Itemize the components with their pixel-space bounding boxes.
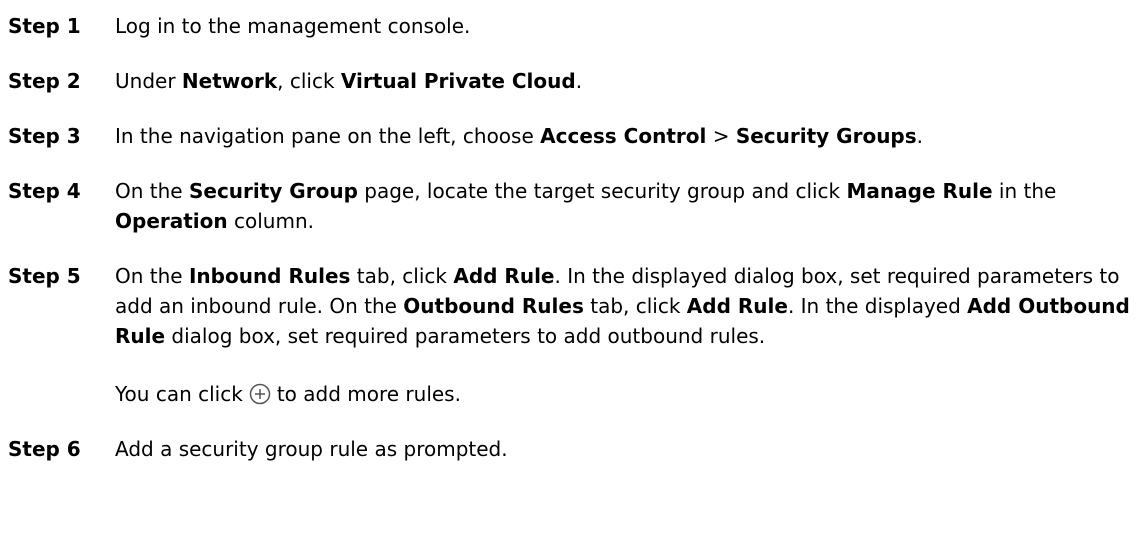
step-body: In the navigation pane on the left, choo… — [115, 121, 1136, 151]
step-text: On the — [115, 179, 189, 203]
step-text: . In the displayed — [787, 294, 968, 318]
step-text: tab, click — [583, 294, 687, 318]
note-text: to add more rules. — [276, 382, 461, 406]
step-body: On the Security Group page, locate the t… — [115, 176, 1136, 236]
step-label: Step 3 — [8, 124, 81, 148]
step-note: You can click to add more rules. — [115, 379, 1136, 409]
ui-term-security-groups: Security Groups — [735, 124, 917, 148]
procedure-steps: Step 1 Log in to the management console.… — [8, 11, 1136, 464]
step-body: Under Network, click Virtual Private Clo… — [115, 66, 1136, 96]
step-label: Step 1 — [8, 14, 81, 38]
step-text: , click — [277, 69, 341, 93]
note-text: You can click — [115, 382, 243, 406]
step-text: dialog box, set required parameters to a… — [165, 324, 766, 348]
ui-term-network: Network — [181, 69, 278, 93]
step-4: Step 4 On the Security Group page, locat… — [8, 176, 1136, 236]
ui-term-outbound-rules: Outbound Rules — [403, 294, 584, 318]
step-3: Step 3 In the navigation pane on the lef… — [8, 121, 1136, 151]
ui-term-access-control: Access Control — [540, 124, 707, 148]
step-5: Step 5 On the Inbound Rules tab, click A… — [8, 261, 1136, 409]
ui-term-operation: Operation — [115, 209, 228, 233]
step-body: On the Inbound Rules tab, click Add Rule… — [115, 261, 1136, 409]
step-body: Add a security group rule as prompted. — [115, 434, 1136, 464]
step-2: Step 2 Under Network, click Virtual Priv… — [8, 66, 1136, 96]
step-1: Step 1 Log in to the management console. — [8, 11, 1136, 41]
step-body: Log in to the management console. — [115, 11, 1136, 41]
step-text: in the — [992, 179, 1057, 203]
ui-term-manage-rule: Manage Rule — [846, 179, 993, 203]
step-text: tab, click — [350, 264, 454, 288]
ui-term-inbound-rules: Inbound Rules — [188, 264, 351, 288]
step-label: Step 2 — [8, 69, 81, 93]
step-6: Step 6 Add a security group rule as prom… — [8, 434, 1136, 464]
ui-term-security-group: Security Group — [188, 179, 358, 203]
step-label: Step 5 — [8, 264, 81, 288]
step-label: Step 4 — [8, 179, 81, 203]
step-paragraph: On the Inbound Rules tab, click Add Rule… — [115, 261, 1136, 351]
step-text: On the — [115, 264, 189, 288]
step-label: Step 6 — [8, 437, 81, 461]
step-text: In the navigation pane on the left, choo… — [115, 124, 541, 148]
step-text: Add a security group rule as prompted. — [115, 437, 508, 461]
step-text: . — [916, 124, 924, 148]
ui-term-add-rule: Add Rule — [686, 294, 788, 318]
step-text: column. — [227, 209, 314, 233]
plus-circle-icon — [249, 383, 271, 405]
step-text: . — [575, 69, 583, 93]
step-text: Under — [115, 69, 182, 93]
step-text: page, locate the target security group a… — [357, 179, 847, 203]
ui-term-add-rule: Add Rule — [453, 264, 555, 288]
ui-term-virtual-private-cloud: Virtual Private Cloud — [340, 69, 576, 93]
step-text: > — [706, 124, 736, 148]
step-text: Log in to the management console. — [115, 14, 471, 38]
